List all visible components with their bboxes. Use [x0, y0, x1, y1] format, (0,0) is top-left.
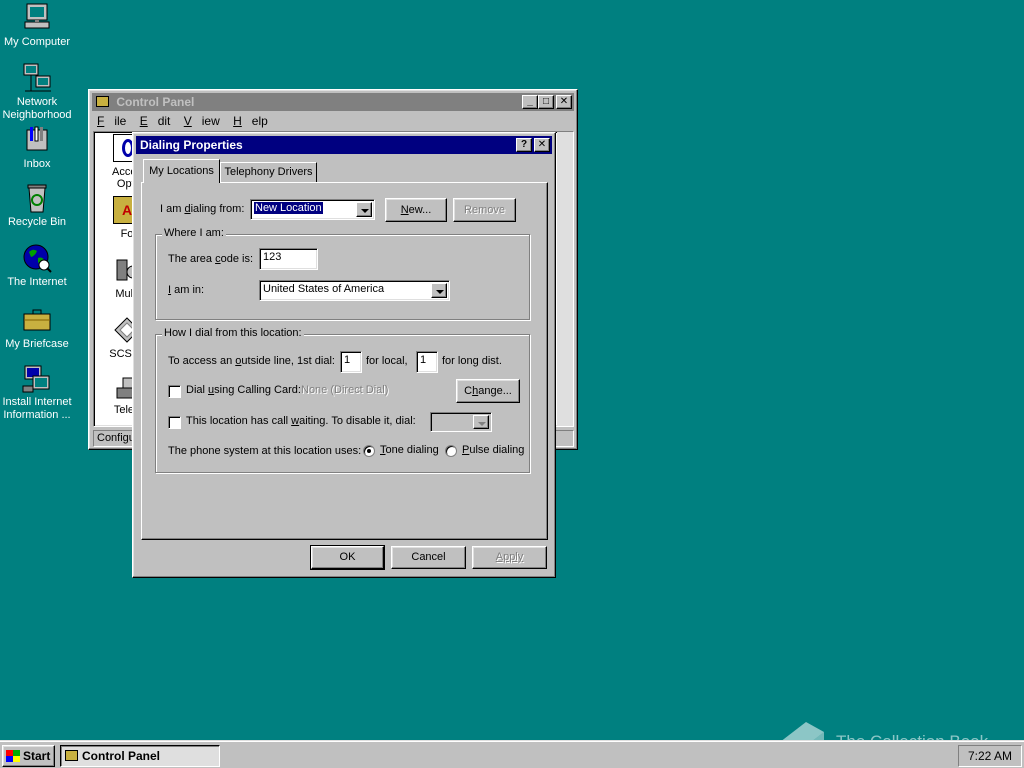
menu-edit[interactable]: Edit	[140, 114, 171, 128]
dialing-from-value: New Location	[253, 201, 324, 215]
chevron-down-icon[interactable]	[356, 202, 372, 217]
dialing-from-combo[interactable]: New Location	[250, 199, 375, 220]
desktop-icon-my-briefcase[interactable]: My Briefcase	[0, 304, 74, 351]
control-panel-icon	[96, 96, 109, 107]
briefcase-icon	[21, 304, 53, 336]
country-label: I am in:	[168, 284, 205, 296]
minimize-button[interactable]: _	[522, 95, 538, 109]
task-label: Control Panel	[82, 749, 161, 763]
desktop-icon-label: Recycle Bin	[7, 216, 67, 228]
group-legend: How I dial from this location:	[162, 327, 304, 339]
desktop-icon-label: My Briefcase	[5, 338, 69, 350]
desktop-icon-label: The Internet	[7, 276, 67, 288]
tab-my-locations[interactable]: My Locations	[143, 159, 220, 183]
long-distance-prefix-value: 1	[420, 354, 427, 366]
maximize-button[interactable]: □	[538, 95, 554, 109]
start-label: Start	[23, 749, 51, 763]
control-panel-titlebar[interactable]: Control Panel _ □ ✕	[92, 93, 574, 111]
desktop-icon-label: Inbox	[23, 158, 51, 170]
how-i-dial-group: How I dial from this location: To access…	[155, 327, 530, 473]
computer-icon	[21, 2, 53, 34]
window-title: Control Panel	[116, 95, 195, 109]
start-button[interactable]: Start	[2, 745, 55, 767]
apply-button[interactable]: Apply	[472, 546, 547, 569]
desktop-icon-inbox[interactable]: Inbox	[0, 124, 74, 171]
system-tray: 7:22 AM	[958, 745, 1022, 767]
calling-card-label: Dial using Calling Card:	[186, 384, 301, 396]
calling-card-value: None (Direct Dial)	[301, 384, 389, 396]
taskbar: Start Control Panel 7:22 AM	[0, 740, 1024, 768]
change-calling-card-button[interactable]: Change...	[456, 379, 520, 403]
menu-help[interactable]: Help	[233, 114, 268, 128]
windows-logo-icon	[6, 750, 20, 762]
pulse-dialing-radio[interactable]	[445, 445, 457, 457]
call-waiting-label: This location has call waiting. To disab…	[186, 415, 416, 427]
setup-icon	[21, 362, 53, 394]
globe-icon	[21, 242, 53, 274]
desktop-icon-label: Network Neighborhood	[2, 96, 72, 121]
local-prefix-input[interactable]: 1	[340, 351, 362, 373]
tab-panel: I am dialing from: New Location New... R…	[141, 182, 548, 540]
outside-line-label: To access an outside line, 1st dial:	[168, 355, 335, 367]
close-button[interactable]: ✕	[556, 95, 572, 109]
dialog-close-button[interactable]: ✕	[534, 138, 550, 152]
tab-telephony-drivers[interactable]: Telephony Drivers	[220, 162, 317, 182]
area-code-input[interactable]: 123	[259, 248, 318, 270]
desktop-icon-label: Install Internet Information ...	[2, 396, 72, 421]
country-combo[interactable]: United States of America	[259, 280, 450, 301]
calling-card-checkbox[interactable]	[168, 385, 181, 398]
dialing-from-label: I am dialing from:	[160, 203, 245, 215]
tone-dialing-radio[interactable]	[363, 445, 375, 457]
local-prefix-value: 1	[344, 354, 351, 366]
desktop-icon-label: My Computer	[3, 36, 71, 48]
call-waiting-checkbox[interactable]	[168, 416, 181, 429]
menu-bar: File Edit View Help	[97, 114, 278, 128]
menu-file[interactable]: File	[97, 114, 126, 128]
inbox-icon	[21, 124, 53, 156]
desktop-icon-install-iis[interactable]: Install Internet Information ...	[0, 362, 74, 422]
remove-location-button[interactable]: Remove	[453, 198, 516, 222]
area-code-value: 123	[263, 251, 282, 263]
help-button[interactable]: ?	[516, 138, 532, 152]
new-location-button[interactable]: New...	[385, 198, 447, 222]
group-legend: Where I am:	[162, 227, 226, 239]
control-panel-icon	[65, 750, 78, 761]
pulse-dialing-label[interactable]: Pulse dialing	[462, 444, 524, 456]
phone-system-label: The phone system at this location uses:	[168, 445, 362, 457]
status-text: Configu	[97, 432, 135, 444]
chevron-down-icon[interactable]	[473, 415, 489, 429]
for-long-label: for long dist.	[442, 355, 502, 367]
call-waiting-combo[interactable]	[430, 412, 492, 432]
area-code-label: The area code is:	[168, 253, 254, 265]
chevron-down-icon[interactable]	[431, 283, 447, 298]
tab-label: Telephony Drivers	[224, 166, 313, 178]
dialing-properties-dialog: Dialing Properties ? ✕ My Locations Tele…	[132, 132, 556, 578]
taskbar-button-control-panel[interactable]: Control Panel	[60, 745, 220, 767]
cancel-button[interactable]: Cancel	[391, 546, 466, 569]
network-icon	[21, 62, 53, 94]
dialog-title: Dialing Properties	[140, 138, 243, 152]
long-distance-prefix-input[interactable]: 1	[416, 351, 438, 373]
clock[interactable]: 7:22 AM	[968, 749, 1012, 763]
where-i-am-group: Where I am: The area code is: 123 I am i…	[155, 227, 530, 320]
ok-button[interactable]: OK	[310, 545, 385, 570]
vertical-scrollbar[interactable]	[557, 132, 573, 426]
tone-dialing-label[interactable]: Tone dialing	[380, 444, 439, 456]
desktop-icon-recycle-bin[interactable]: Recycle Bin	[0, 182, 74, 229]
desktop-icon-the-internet[interactable]: The Internet	[0, 242, 74, 289]
dialog-titlebar[interactable]: Dialing Properties ? ✕	[136, 136, 552, 154]
recycle-bin-icon	[21, 182, 53, 214]
menu-view[interactable]: View	[184, 114, 220, 128]
tab-label: My Locations	[149, 165, 214, 177]
country-value: United States of America	[263, 283, 385, 295]
for-local-label: for local,	[366, 355, 408, 367]
desktop-icon-my-computer[interactable]: My Computer	[0, 2, 74, 49]
desktop-icon-network-neighborhood[interactable]: Network Neighborhood	[0, 62, 74, 122]
